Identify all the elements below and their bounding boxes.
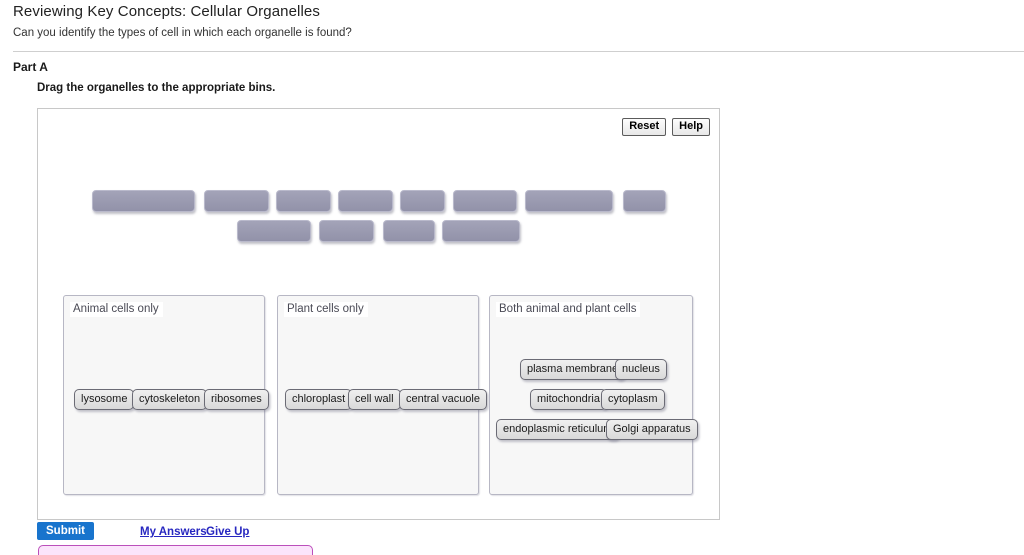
my-answers-link[interactable]: My Answers (140, 526, 207, 538)
draggable-tile[interactable] (276, 190, 331, 212)
draggable-tile[interactable] (338, 190, 393, 212)
bin-items: chloroplast cell wall central vacuole (278, 296, 487, 494)
draggable-tile[interactable] (92, 190, 195, 212)
drop-bin[interactable]: Animal cells only lysosome cytoskeleton rib… (63, 295, 269, 495)
organelle-chip[interactable]: central vacuole (399, 389, 487, 410)
draggable-tile[interactable] (400, 190, 445, 212)
give-up-link[interactable]: Give Up (206, 526, 249, 538)
reset-button[interactable]: Reset (622, 118, 667, 136)
part-label: Part A (13, 60, 48, 74)
page-subtitle: Can you identify the types of cell in wh… (13, 27, 352, 39)
organelle-chip[interactable]: endoplasmic reticulum (496, 419, 620, 440)
panel-button-group: Reset Help (622, 118, 710, 136)
draggable-tile[interactable] (453, 190, 517, 212)
draggable-tile[interactable] (623, 190, 666, 212)
draggable-tile[interactable] (237, 220, 311, 242)
organelle-chip[interactable]: ribosomes (204, 389, 269, 410)
drop-bin[interactable]: Both animal and plant cells plasma membra… (489, 295, 698, 495)
help-button[interactable]: Help (672, 118, 710, 136)
draggable-tile[interactable] (204, 190, 269, 212)
organelle-chip[interactable]: cytoskeleton (132, 389, 208, 410)
draggable-tile[interactable] (525, 190, 613, 212)
draggable-tile[interactable] (383, 220, 435, 242)
organelle-chip[interactable]: plasma membrane (520, 359, 626, 380)
page-root: Reviewing Key Concepts: Cellular Organel… (0, 0, 1024, 555)
drop-bin[interactable]: Plant cells only chloroplast cell wall cent… (277, 295, 487, 495)
bin-items: lysosome cytoskeleton ribosomes (64, 296, 269, 494)
draggable-tile[interactable] (319, 220, 374, 242)
organelle-chip[interactable]: nucleus (615, 359, 667, 380)
draggable-tile[interactable] (442, 220, 520, 242)
page-title: Reviewing Key Concepts: Cellular Organel… (13, 3, 320, 20)
organelle-chip[interactable]: mitochondria (530, 389, 607, 410)
organelle-chip[interactable]: cell wall (348, 389, 401, 410)
organelle-chip[interactable]: lysosome (74, 389, 135, 410)
instructions-text: Drag the organelles to the appropriate b… (37, 82, 276, 94)
feedback-box (38, 545, 313, 555)
organelle-chip[interactable]: cytoplasm (601, 389, 665, 410)
organelle-chip[interactable]: Golgi apparatus (606, 419, 698, 440)
bin-items: plasma membrane nucleus mitochondria cytopl… (490, 296, 698, 494)
header-divider (13, 51, 1024, 52)
submit-button[interactable]: Submit (37, 522, 94, 540)
organelle-chip[interactable]: chloroplast (285, 389, 353, 410)
activity-panel: Reset Help Animal cells only lysosome cyto… (37, 108, 720, 520)
